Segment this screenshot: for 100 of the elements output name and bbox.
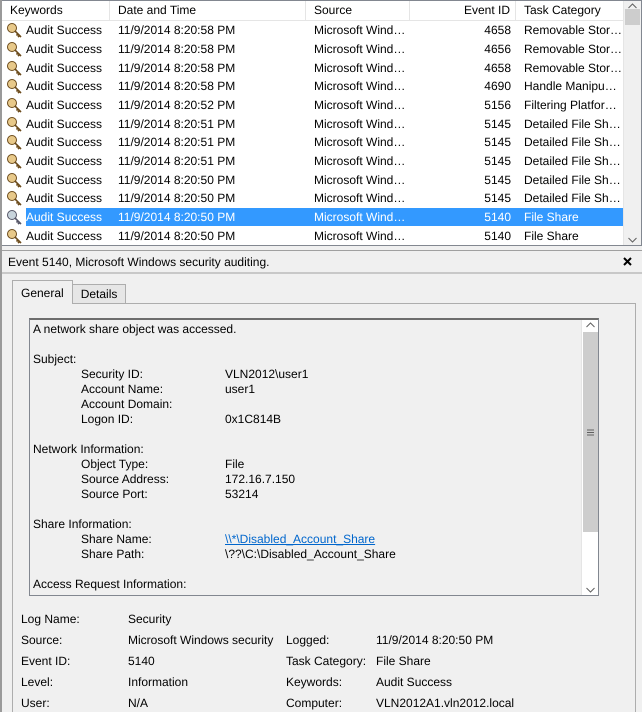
table-cell-text: 4658 <box>483 23 512 38</box>
table-cell-text: 5145 <box>483 191 512 206</box>
table-cell-text: 11/9/2014 8:20:58 PM <box>117 79 236 94</box>
table-cell-text: 11/9/2014 8:20:52 PM <box>117 98 236 112</box>
table-cell-text: Microsoft Wind… <box>313 191 406 206</box>
field-label: Event ID: <box>21 654 72 669</box>
table-cell-text: 11/9/2014 8:20:50 PM <box>117 210 236 224</box>
event-row[interactable]: Audit Success 11/9/2014 8:20:58 PM Microsoft Wind… 4656 Removable Stor… <box>2 39 623 58</box>
section-heading: Share Information: <box>33 517 133 532</box>
table-cell-text: 5145 <box>483 154 512 168</box>
table-cell-text: Detailed File Sh… <box>523 172 622 187</box>
table-cell: Audit Success <box>26 210 102 224</box>
event-row[interactable]: Audit Success 11/9/2014 8:20:50 PM Microsoft Wind… 5145 Detailed File Sh… <box>2 188 623 208</box>
table-cell-text: Microsoft Wind… <box>313 79 406 94</box>
table-cell-text: Detailed File Sh… <box>523 154 622 168</box>
table-cell: Audit Success <box>26 98 102 112</box>
table-cell-text: Microsoft Wind… <box>313 228 406 243</box>
detail-value: user1 <box>225 382 256 397</box>
field-value: Microsoft Windows security <box>128 633 274 648</box>
close-icon[interactable] <box>623 257 632 266</box>
table-cell-text: 11/9/2014 8:20:51 PM <box>117 116 236 131</box>
table-cell: Audit Success <box>26 172 102 187</box>
detail-value: 0x1C814B <box>225 412 282 427</box>
table-cell-text: 11/9/2014 8:20:58 PM <box>117 60 236 75</box>
table-cell: Audit Success <box>26 116 102 131</box>
column-header[interactable]: Date and Time <box>110 1 306 20</box>
table-cell-text: 11/9/2014 8:20:51 PM <box>117 154 236 168</box>
field-label: Source: <box>21 633 64 648</box>
event-row[interactable]: Audit Success 11/9/2014 8:20:58 PM Microsoft Wind… 4690 Handle Manipu… <box>2 76 623 96</box>
field-value: 5140 <box>128 654 156 669</box>
table-cell-text: 11/9/2014 8:20:51 PM <box>117 135 236 150</box>
table-cell-text: 4658 <box>483 60 512 75</box>
table-cell-text: Microsoft Wind… <box>313 42 406 56</box>
scroll-down-icon[interactable] <box>628 237 637 243</box>
field-label: User: <box>21 696 51 711</box>
event-row[interactable]: Audit Success 11/9/2014 8:20:50 PM Microsoft Wind… 5145 Detailed File Sh… <box>2 170 623 189</box>
field-value: VLN2012A1.vln2012.local <box>376 696 516 711</box>
event-row[interactable]: Audit Success 11/9/2014 8:20:58 PM Microsoft Wind… 4658 Removable Stor… <box>2 58 623 77</box>
table-cell-text: Microsoft Wind… <box>313 60 406 75</box>
scroll-up-icon[interactable] <box>628 3 637 9</box>
table-cell-text: 5145 <box>483 172 512 187</box>
field-value: N/A <box>128 696 150 711</box>
table-cell: Audit Success <box>26 79 102 94</box>
table-cell-text: 5156 <box>483 98 512 112</box>
field-label: Level: <box>21 675 54 690</box>
table-cell: Audit Success <box>26 191 102 206</box>
tab[interactable]: Details <box>72 284 126 304</box>
section-heading: Access Request Information: <box>33 577 188 592</box>
scrollbar[interactable] <box>623 1 641 245</box>
column-header[interactable]: Keywords <box>2 1 110 20</box>
tab[interactable]: General <box>12 280 73 304</box>
scrollbar[interactable] <box>581 320 598 595</box>
table-cell-text: 11/9/2014 8:20:50 PM <box>117 172 236 187</box>
table-cell-text: Detailed File Sh… <box>523 191 622 206</box>
detail-value: File <box>225 457 246 472</box>
table-cell-text: Handle Manipu… <box>523 79 618 94</box>
event-row[interactable]: Audit Success 11/9/2014 8:20:51 PM Microsoft Wind… 5145 Detailed File Sh… <box>2 114 623 133</box>
description-text: A network share object was accessed. <box>33 322 238 337</box>
scroll-up-icon[interactable] <box>586 322 594 328</box>
field-value: Information <box>128 675 190 690</box>
table-cell: Audit Success <box>26 154 102 168</box>
field-label: Logged: <box>286 633 330 648</box>
event-row[interactable]: Audit Success 11/9/2014 8:20:51 PM Microsoft Wind… 5145 Detailed File Sh… <box>2 132 623 152</box>
field-label: Log Name: <box>21 612 81 627</box>
column-header[interactable]: Event ID <box>410 1 516 20</box>
table-cell-text: Removable Stor… <box>523 42 624 56</box>
table-cell-text: 4656 <box>483 42 512 56</box>
table-cell-text: Removable Stor… <box>523 60 624 75</box>
details-title: Event 5140, Microsoft Windows security auditing. <box>8 254 270 268</box>
scroll-down-icon[interactable] <box>586 587 594 593</box>
table-cell-text: 5140 <box>483 228 512 243</box>
key-icon <box>6 40 23 57</box>
table-cell: Audit Success <box>26 135 102 150</box>
table-cell-text: 11/9/2014 8:20:58 PM <box>117 42 236 56</box>
event-row[interactable]: Audit Success 11/9/2014 8:20:58 PM Microsoft Wind… 4658 Removable Stor… <box>2 20 623 40</box>
detail-label: Share Name: <box>81 532 153 547</box>
section-heading: Network Information: <box>33 442 145 457</box>
detail-label: Object Type: <box>81 457 150 472</box>
detail-label: Source Port: <box>81 487 149 502</box>
column-header[interactable]: Source <box>306 1 410 20</box>
key-icon <box>6 152 23 169</box>
event-row[interactable]: Audit Success 11/9/2014 8:20:50 PM Microsoft Wind… 5140 File Share <box>2 226 623 246</box>
detail-label: Security ID: <box>81 367 144 382</box>
table-cell-text: Removable Stor… <box>523 23 624 38</box>
detail-label: Share Path: <box>81 547 146 562</box>
key-icon <box>6 209 23 226</box>
detail-value: 172.16.7.150 <box>225 472 296 487</box>
event-row[interactable]: Audit Success 11/9/2014 8:20:51 PM Microsoft Wind… 5145 Detailed File Sh… <box>2 152 623 170</box>
table-cell-text: Filtering Platfor… <box>523 98 618 112</box>
table-cell-text: 11/9/2014 8:20:50 PM <box>117 228 236 243</box>
scroll-thumb[interactable] <box>582 332 598 532</box>
event-row[interactable]: Audit Success 11/9/2014 8:20:52 PM Microsoft Wind… 5156 Filtering Platfor… <box>2 96 623 114</box>
share-name-link[interactable]: \\*\Disabled_Account_Share <box>225 532 578 547</box>
scroll-thumb[interactable] <box>625 9 640 25</box>
table-cell-text: Microsoft Wind… <box>313 116 406 131</box>
table-cell-text: 5145 <box>483 135 512 150</box>
detail-label: Source Address: <box>81 472 170 487</box>
table-cell-text: Microsoft Wind… <box>313 135 406 150</box>
table-cell-text: 4690 <box>483 79 512 94</box>
field-value: Security <box>128 612 172 627</box>
